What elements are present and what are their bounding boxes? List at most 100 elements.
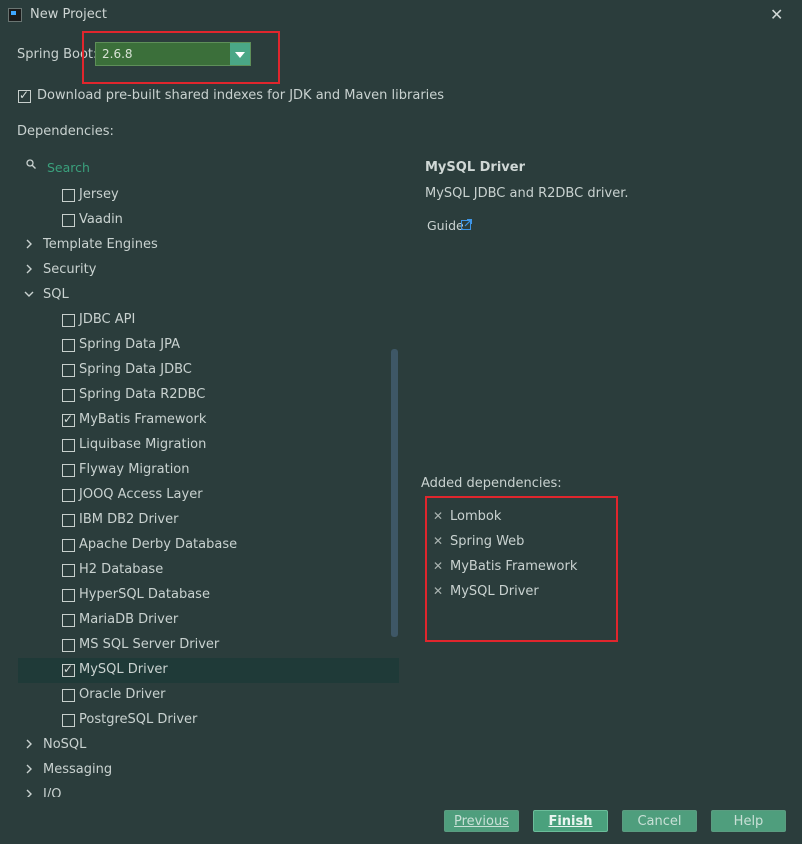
guide-link[interactable]: Guide <box>427 218 464 233</box>
tree-item[interactable]: Vaadin <box>18 208 399 233</box>
previous-button[interactable]: Previous <box>444 810 519 832</box>
dependency-checkbox[interactable] <box>62 189 75 202</box>
dependency-checkbox[interactable] <box>62 589 75 602</box>
dependency-label: MariaDB Driver <box>79 612 179 627</box>
remove-icon[interactable]: ✕ <box>433 584 443 598</box>
dependency-label: Spring Data R2DBC <box>79 387 206 402</box>
tree-scrollbar[interactable] <box>391 349 398 637</box>
chevron-right-icon[interactable] <box>24 764 34 774</box>
chevron-right-icon[interactable] <box>24 739 34 749</box>
help-button[interactable]: Help <box>711 810 786 832</box>
tree-item[interactable]: MS SQL Server Driver <box>18 633 399 658</box>
download-indexes-label: Download pre-built shared indexes for JD… <box>37 88 445 103</box>
added-dependency-label: Spring Web <box>450 534 525 549</box>
download-indexes-checkbox[interactable] <box>18 88 31 103</box>
dependency-label: Spring Data JPA <box>79 337 180 352</box>
tree-item[interactable]: JDBC API <box>18 308 399 333</box>
dependency-label: MyBatis Framework <box>79 412 207 427</box>
tree-item[interactable]: Spring Data JPA <box>18 333 399 358</box>
chevron-right-icon[interactable] <box>24 239 34 249</box>
window-title: New Project <box>30 7 107 22</box>
tree-item[interactable]: Spring Data R2DBC <box>18 383 399 408</box>
dependency-checkbox[interactable] <box>62 689 75 702</box>
tree-item[interactable]: MySQL Driver <box>18 658 399 683</box>
dependency-label: Oracle Driver <box>79 687 166 702</box>
dependency-tree[interactable]: Jersey Vaadin Template Engines Security SQL J… <box>18 180 399 797</box>
dependency-search[interactable]: Search <box>18 156 399 178</box>
search-input[interactable]: Search <box>47 160 90 175</box>
search-icon <box>26 159 36 169</box>
dependency-label: Apache Derby Database <box>79 537 238 552</box>
dependency-checkbox[interactable] <box>62 214 75 227</box>
dependency-checkbox[interactable] <box>62 564 75 577</box>
tree-group-label: Template Engines <box>43 237 158 252</box>
dependency-checkbox[interactable] <box>62 614 75 627</box>
dependency-label: H2 Database <box>79 562 164 577</box>
added-dependency-label: MyBatis Framework <box>450 559 578 574</box>
dependency-label: IBM DB2 Driver <box>79 512 179 527</box>
dependency-label: HyperSQL Database <box>79 587 210 602</box>
chevron-down-icon[interactable] <box>24 289 34 299</box>
tree-item[interactable]: HyperSQL Database <box>18 583 399 608</box>
dependency-checkbox[interactable] <box>62 314 75 327</box>
previous-button-label: Previous <box>454 814 509 829</box>
dependency-label: Spring Data JDBC <box>79 362 192 377</box>
dependency-checkbox[interactable] <box>62 339 75 352</box>
dependency-checkbox[interactable] <box>62 364 75 377</box>
external-link-icon[interactable] <box>461 219 472 230</box>
tree-item[interactable]: MyBatis Framework <box>18 408 399 433</box>
tree-group[interactable]: I/O <box>18 783 399 797</box>
tree-item[interactable]: Oracle Driver <box>18 683 399 708</box>
tree-item[interactable]: Jersey <box>18 183 399 208</box>
dependency-label: JDBC API <box>79 312 136 327</box>
dependency-checkbox[interactable] <box>62 464 75 477</box>
dependency-checkbox[interactable] <box>62 662 75 677</box>
dependency-checkbox[interactable] <box>62 714 75 727</box>
dependency-checkbox[interactable] <box>62 514 75 527</box>
dependency-checkbox[interactable] <box>62 489 75 502</box>
highlight-box-version <box>82 31 280 84</box>
dependency-checkbox[interactable] <box>62 539 75 552</box>
remove-icon[interactable]: ✕ <box>433 509 443 523</box>
tree-group[interactable]: Messaging <box>18 758 399 783</box>
tree-group[interactable]: Security <box>18 258 399 283</box>
dependency-label: MS SQL Server Driver <box>79 637 220 652</box>
tree-group-label: Security <box>43 262 97 277</box>
chevron-right-icon[interactable] <box>24 789 34 797</box>
tree-group-label: SQL <box>43 287 69 302</box>
cancel-button[interactable]: Cancel <box>622 810 697 832</box>
app-icon <box>8 8 22 22</box>
added-dependency-label: MySQL Driver <box>450 584 539 599</box>
finish-button[interactable]: Finish <box>533 810 608 832</box>
tree-item[interactable]: JOOQ Access Layer <box>18 483 399 508</box>
tree-item[interactable]: PostgreSQL Driver <box>18 708 399 733</box>
tree-item[interactable]: MariaDB Driver <box>18 608 399 633</box>
dependency-checkbox[interactable] <box>62 639 75 652</box>
dependency-label: Liquibase Migration <box>79 437 207 452</box>
tree-group[interactable]: SQL <box>18 283 399 308</box>
remove-icon[interactable]: ✕ <box>433 559 443 573</box>
dependency-checkbox[interactable] <box>62 389 75 402</box>
dependency-label: JOOQ Access Layer <box>79 487 203 502</box>
added-dependencies-label: Added dependencies: <box>421 476 562 491</box>
tree-group[interactable]: NoSQL <box>18 733 399 758</box>
remove-icon[interactable]: ✕ <box>433 534 443 548</box>
tree-group[interactable]: Template Engines <box>18 233 399 258</box>
tree-item[interactable]: Flyway Migration <box>18 458 399 483</box>
dependency-label: MySQL Driver <box>79 662 168 677</box>
tree-item[interactable]: Liquibase Migration <box>18 433 399 458</box>
added-dependencies-list: ✕ Lombok ✕ Spring Web ✕ MyBatis Framewor… <box>425 496 618 642</box>
dependency-detail-description: MySQL JDBC and R2DBC driver. <box>425 186 629 201</box>
tree-item[interactable]: H2 Database <box>18 558 399 583</box>
dependency-label: Flyway Migration <box>79 462 190 477</box>
dependency-checkbox[interactable] <box>62 412 75 427</box>
tree-item[interactable]: Spring Data JDBC <box>18 358 399 383</box>
tree-item[interactable]: Apache Derby Database <box>18 533 399 558</box>
dependency-label: Jersey <box>79 187 119 202</box>
close-icon[interactable]: ✕ <box>770 5 783 24</box>
dependencies-label: Dependencies: <box>17 124 114 139</box>
tree-item[interactable]: IBM DB2 Driver <box>18 508 399 533</box>
dependency-checkbox[interactable] <box>62 439 75 452</box>
chevron-right-icon[interactable] <box>24 264 34 274</box>
cancel-button-label: Cancel <box>637 814 682 829</box>
